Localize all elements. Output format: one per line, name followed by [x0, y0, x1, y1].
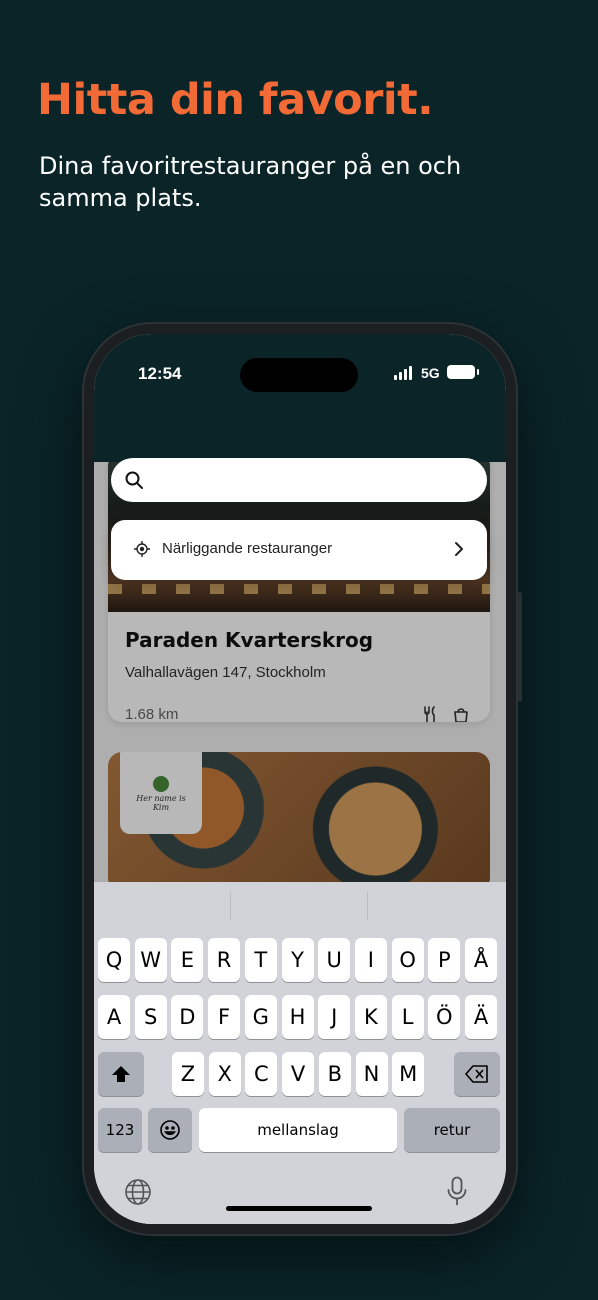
key-e[interactable]: E — [171, 938, 204, 982]
home-indicator — [226, 1206, 372, 1211]
nearby-restaurants-button[interactable]: Närliggande restauranger — [111, 520, 487, 580]
signal-icon — [394, 366, 412, 380]
promo-headline: Hitta din favorit. — [37, 75, 434, 125]
backspace-key[interactable] — [454, 1052, 500, 1096]
shift-icon — [112, 1066, 130, 1082]
keyboard: QWERTYUIOPÅ ASDFGHJKLÖÄ ZXCVBNM 123 mell… — [94, 882, 506, 1224]
key-r[interactable]: R — [208, 938, 241, 982]
emoji-key[interactable] — [148, 1108, 192, 1152]
emoji-icon — [160, 1120, 180, 1140]
numbers-key[interactable]: 123 — [98, 1108, 142, 1152]
key-p[interactable]: P — [428, 938, 461, 982]
key-h[interactable]: H — [281, 995, 314, 1039]
globe-icon[interactable] — [124, 1178, 152, 1206]
key-z[interactable]: Z — [172, 1052, 204, 1096]
key-j[interactable]: J — [318, 995, 351, 1039]
return-key[interactable]: retur — [404, 1108, 500, 1152]
space-key[interactable]: mellanslag — [199, 1108, 397, 1152]
network-label: 5G — [421, 365, 440, 381]
key-y[interactable]: Y — [281, 938, 314, 982]
key-f[interactable]: F — [208, 995, 241, 1039]
phone-side-button — [518, 592, 522, 702]
key-x[interactable]: X — [208, 1052, 241, 1096]
backspace-icon — [465, 1065, 488, 1083]
key-ä[interactable]: Ä — [465, 995, 497, 1039]
shift-key[interactable] — [98, 1052, 144, 1096]
key-g[interactable]: G — [244, 995, 277, 1039]
key-m[interactable]: M — [392, 1052, 425, 1096]
key-d[interactable]: D — [171, 995, 204, 1039]
key-k[interactable]: K — [354, 995, 387, 1039]
dynamic-island — [240, 358, 358, 392]
key-s[interactable]: S — [134, 995, 167, 1039]
status-bar: 12:54 5G — [94, 334, 506, 396]
status-time: 12:54 — [138, 364, 182, 383]
key-u[interactable]: U — [318, 938, 351, 982]
key-i[interactable]: I — [354, 938, 387, 982]
key-å[interactable]: Å — [465, 938, 497, 982]
battery-icon — [447, 365, 479, 379]
key-v[interactable]: V — [282, 1052, 315, 1096]
search-icon — [125, 471, 143, 489]
key-ö[interactable]: Ö — [428, 995, 461, 1039]
location-target-icon — [134, 541, 150, 557]
key-t[interactable]: T — [244, 938, 277, 982]
key-n[interactable]: N — [355, 1052, 388, 1096]
key-q[interactable]: Q — [98, 938, 130, 982]
key-l[interactable]: L — [391, 995, 424, 1039]
nearby-restaurants-label: Närliggande restauranger — [162, 540, 333, 557]
search-header: Närliggande restauranger — [94, 396, 506, 580]
search-input[interactable] — [111, 458, 487, 502]
promo-subline: Dina favoritrestauranger på en och samma… — [39, 152, 462, 212]
microphone-icon[interactable] — [446, 1176, 468, 1206]
key-w[interactable]: W — [134, 938, 167, 982]
key-b[interactable]: B — [318, 1052, 351, 1096]
key-o[interactable]: O — [391, 938, 424, 982]
chevron-right-icon — [455, 542, 463, 556]
phone-screen: 12:54 5G Paraden Kvarterskrog Valhallavä… — [94, 334, 506, 1224]
key-c[interactable]: C — [245, 1052, 278, 1096]
key-a[interactable]: A — [98, 995, 130, 1039]
phone-frame: 12:54 5G Paraden Kvarterskrog Valhallavä… — [82, 322, 522, 1236]
predictive-bar — [94, 882, 506, 934]
